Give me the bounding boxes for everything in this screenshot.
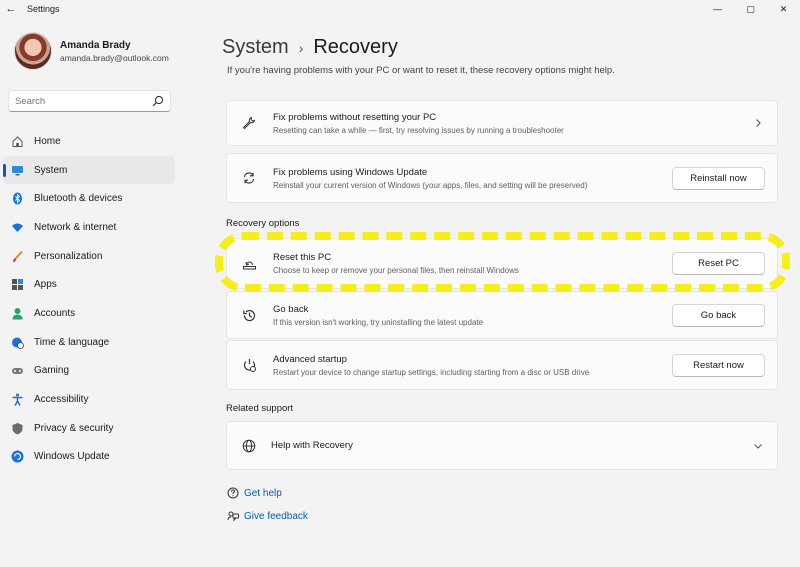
sidebar-item-network[interactable]: Network & internet <box>3 213 175 242</box>
sidebar-item-label: Privacy & security <box>34 422 114 434</box>
system-icon <box>10 163 24 177</box>
card-title: Fix problems without resetting your PC <box>273 111 437 123</box>
globe-icon <box>241 438 257 454</box>
sidebar: Amanda Brady amanda.brady@outlook.com Ho… <box>0 18 180 567</box>
reset-pc-button[interactable]: Reset PC <box>672 252 765 275</box>
sidebar-item-gaming[interactable]: Gaming <box>3 357 175 386</box>
sidebar-item-label: Personalization <box>34 250 103 262</box>
card-title: Reset this PC <box>273 252 332 263</box>
user-profile[interactable]: Amanda Brady amanda.brady@outlook.com <box>14 32 169 70</box>
go-back-card: Go back If this version isn't working, t… <box>226 291 778 339</box>
advanced-startup-icon <box>241 357 257 373</box>
sidebar-item-label: Accounts <box>34 307 76 319</box>
help-with-recovery-card[interactable]: Help with Recovery <box>226 421 778 470</box>
window-controls: — ▢ ✕ <box>701 0 800 18</box>
update-icon <box>10 450 24 464</box>
breadcrumb-separator: › <box>298 40 304 56</box>
help-icon <box>227 487 239 499</box>
search-box[interactable] <box>8 90 171 112</box>
sidebar-item-label: Accessibility <box>34 394 89 406</box>
sidebar-item-label: Windows Update <box>34 451 110 463</box>
reset-pc-icon <box>241 256 257 272</box>
sidebar-item-home[interactable]: Home <box>3 127 175 156</box>
sidebar-item-accounts[interactable]: Accounts <box>3 299 175 328</box>
fix-windows-update-card: Fix problems using Windows Update Reinst… <box>226 153 778 203</box>
maximize-button[interactable]: ▢ <box>734 0 767 18</box>
sidebar-item-accessibility[interactable]: Accessibility <box>3 385 175 414</box>
refresh-icon <box>241 170 257 186</box>
page-subtitle: If you're having problems with your PC o… <box>227 65 615 76</box>
card-title: Fix problems using Windows Update <box>273 166 428 178</box>
card-title: Help with Recovery <box>271 440 353 451</box>
card-title: Advanced startup <box>273 353 347 365</box>
sidebar-item-bluetooth[interactable]: Bluetooth & devices <box>3 184 175 213</box>
wrench-icon <box>241 115 257 131</box>
card-description: Reinstall your current version of Window… <box>273 180 588 190</box>
sidebar-item-label: System <box>34 164 68 176</box>
close-button[interactable]: ✕ <box>767 0 800 18</box>
gamepad-icon <box>10 364 24 378</box>
sidebar-item-label: Bluetooth & devices <box>34 193 123 205</box>
sidebar-item-label: Network & internet <box>34 221 117 233</box>
reinstall-now-button[interactable]: Reinstall now <box>672 166 765 190</box>
title-bar: ← Settings — ▢ ✕ <box>0 0 800 18</box>
profile-name: Amanda Brady <box>60 39 131 51</box>
brush-icon <box>10 249 24 263</box>
sidebar-item-windows-update[interactable]: Windows Update <box>3 443 175 472</box>
sidebar-nav: Home System Bluetooth & devices Network … <box>3 127 175 471</box>
sidebar-item-label: Gaming <box>34 365 70 377</box>
sidebar-item-label: Home <box>34 135 61 147</box>
sidebar-item-personalization[interactable]: Personalization <box>3 242 175 271</box>
sidebar-item-privacy-security[interactable]: Privacy & security <box>3 414 175 443</box>
get-help-label[interactable]: Get help <box>244 488 282 499</box>
sidebar-item-apps[interactable]: Apps <box>3 270 175 299</box>
restart-now-button[interactable]: Restart now <box>672 353 765 377</box>
card-description: Restart your device to change startup se… <box>273 367 590 377</box>
sidebar-item-label: Apps <box>34 279 57 291</box>
get-help-link[interactable]: Get help <box>227 487 282 499</box>
page-title: Recovery <box>313 36 398 58</box>
back-arrow-icon[interactable]: ← <box>0 3 22 15</box>
give-feedback-label[interactable]: Give feedback <box>244 511 308 522</box>
history-icon <box>241 307 257 323</box>
sidebar-item-system[interactable]: System <box>3 155 175 185</box>
advanced-startup-card: Advanced startup Restart your device to … <box>226 340 778 390</box>
search-icon[interactable] <box>152 95 164 107</box>
breadcrumb: System › Recovery <box>222 36 398 59</box>
wifi-icon <box>10 220 24 234</box>
globe-clock-icon <box>10 335 24 349</box>
avatar[interactable] <box>14 32 52 70</box>
fix-without-reset-card[interactable]: Fix problems without resetting your PC R… <box>226 100 778 146</box>
apps-icon <box>10 278 24 292</box>
related-support-heading: Related support <box>226 403 294 414</box>
card-description: If this version isn't working, try unins… <box>273 317 484 327</box>
card-description: Resetting can take a while — first, try … <box>273 125 564 135</box>
chevron-down-icon[interactable] <box>753 441 763 451</box>
give-feedback-link[interactable]: Give feedback <box>227 510 308 522</box>
card-description: Choose to keep or remove your personal f… <box>273 266 519 275</box>
bluetooth-icon <box>10 192 24 206</box>
minimize-button[interactable]: — <box>701 0 734 18</box>
accounts-icon <box>10 306 24 320</box>
search-input[interactable] <box>15 95 152 107</box>
shield-icon <box>10 421 24 435</box>
chevron-right-icon <box>756 119 761 127</box>
accessibility-icon <box>10 393 24 407</box>
breadcrumb-parent[interactable]: System <box>222 36 289 59</box>
profile-email: amanda.brady@outlook.com <box>60 52 169 63</box>
recovery-options-heading: Recovery options <box>226 218 300 229</box>
reset-this-pc-card: Reset this PC Choose to keep or remove y… <box>226 238 778 289</box>
go-back-button[interactable]: Go back <box>672 303 765 327</box>
card-title: Go back <box>273 303 309 315</box>
home-icon <box>10 134 24 148</box>
sidebar-item-label: Time & language <box>34 336 110 348</box>
feedback-icon <box>227 511 239 522</box>
window-title: Settings <box>27 4 60 14</box>
sidebar-item-time-language[interactable]: Time & language <box>3 328 175 357</box>
